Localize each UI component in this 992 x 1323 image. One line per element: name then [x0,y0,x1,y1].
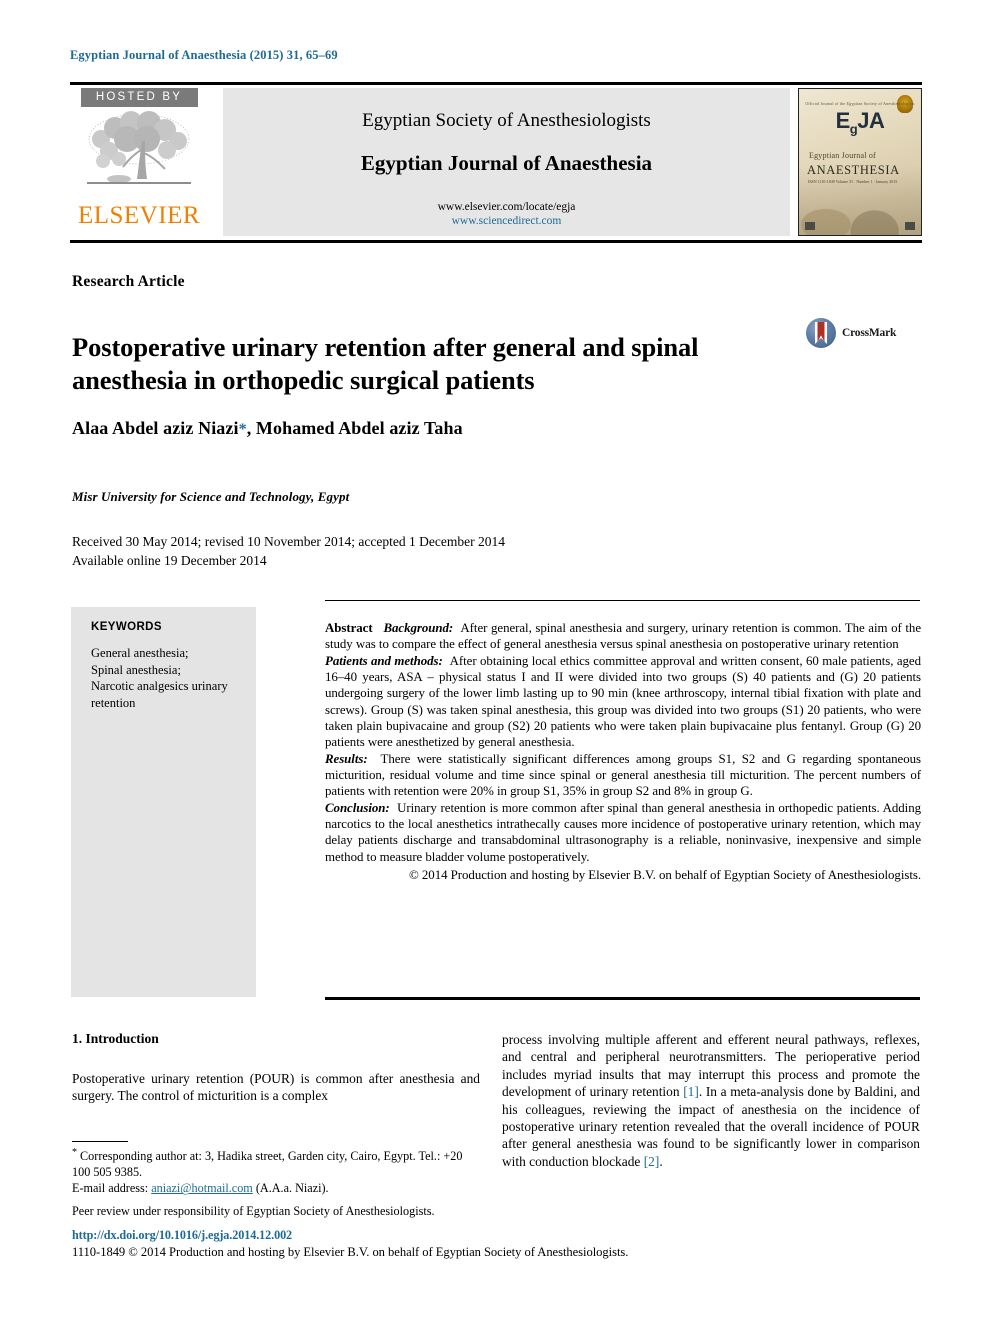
abstract-conclusion-text: Urinary retention is more common after s… [325,800,921,864]
corresponding-author-marker[interactable]: * [239,421,247,438]
abstract-results-label: Results: [325,751,368,766]
keyword-item: Spinal anesthesia; [91,662,181,677]
author-secondary: , Mohamed Abdel aziz Taha [246,418,463,438]
society-name: Egyptian Society of Anesthesiologists [362,110,651,131]
issn-copyright-line: 1110-1849 © 2014 Production and hosting … [72,1245,629,1259]
footnote-rule [72,1141,128,1142]
abstract-methods-label: Patients and methods: [325,653,443,668]
abstract-results-text: There were statistically significant dif… [325,751,921,799]
abstract-top-rule [325,600,920,601]
hosted-by-badge: HOSTED BY [80,88,198,107]
peer-review-note: Peer review under responsibility of Egyp… [72,1203,435,1218]
article-type-label: Research Article [72,273,185,290]
intro-text-c: . [659,1153,663,1169]
cover-line-3: ISSN 1110-1849 Volume 31 · Number 1 · Ja… [808,179,898,184]
reference-link-1[interactable]: [1] [683,1084,699,1099]
keyword-item: retention [91,695,136,710]
publication-dates: Received 30 May 2014; revised 10 Novembe… [72,532,505,570]
keyword-item: General anesthesia; [91,646,189,660]
journal-name: Egyptian Journal of Anaesthesia [360,151,653,175]
page-title: Postoperative urinary retention after ge… [72,331,699,395]
masthead-bottom-rule [70,240,922,243]
email-suffix: (A.A.a. Niazi). [252,1181,329,1196]
masthead-top-rule [70,82,922,85]
cover-sciencedirect-mark [905,221,915,230]
body-column-left: Postoperative urinary retention (POUR) i… [72,1070,480,1105]
cover-acronym: EgJA [835,108,885,137]
abstract-results: Results: There were statistically signif… [325,751,921,800]
footnote-corresponding: * Corresponding author at: 3, Hadika str… [72,1145,482,1180]
crossmark-icon [806,318,836,348]
abstract-body: Abstract Background: After general, spin… [325,620,921,884]
running-head: Egyptian Journal of Anaesthesia (2015) 3… [70,48,338,62]
footnote-corresponding-text: Corresponding author at: 3, Hadika stree… [72,1149,463,1180]
abstract-background-label: Background: [383,621,454,635]
crossmark-badge[interactable]: CrossMark [806,318,918,348]
abstract-methods-text: After obtaining local ethics committee a… [325,653,921,750]
elsevier-logo-block: HOSTED BY ELSEVIER [70,88,208,236]
received-line: Received 30 May 2014; revised 10 Novembe… [72,534,505,549]
sciencedirect-url[interactable]: www.sciencedirect.com [223,214,790,228]
cover-line-1: Egyptian Journal of [809,151,876,160]
footnote-email: E-mail address: aniazi@hotmail.com (A.A.… [72,1180,482,1196]
body-column-right: process involving multiple afferent and … [502,1031,920,1170]
article-page: Egyptian Journal of Anaesthesia (2015) 3… [0,0,992,1323]
cover-line-2: ANAESTHESIA [807,163,900,177]
cover-top-label: Official Journal of the Egyptian Society… [805,101,915,106]
available-online-line: Available online 19 December 2014 [72,553,267,568]
email-link[interactable]: aniazi@hotmail.com [151,1181,253,1195]
cover-bottom-bar [805,221,915,230]
section-heading-introduction: 1. Introduction [72,1031,159,1046]
keywords-heading: KEYWORDS [91,621,162,633]
reference-link-2[interactable]: [2] [644,1154,660,1169]
masthead-center-panel: Egyptian Society of Anesthesiologists Eg… [223,88,790,236]
email-label: E-mail address: [72,1181,152,1196]
author-list: Alaa Abdel aziz Niazi*, Mohamed Abdel az… [72,418,463,439]
journal-cover-thumbnail: Official Journal of the Egyptian Society… [798,88,922,236]
abstract-bottom-rule [325,997,920,1000]
abstract-background: Abstract Background: After general, spin… [325,620,921,653]
doi-link[interactable]: http://dx.doi.org/10.1016/j.egja.2014.12… [72,1228,292,1243]
elsevier-locate-url[interactable]: www.elsevier.com/locate/egja [223,200,790,214]
elsevier-tree-icon [87,111,191,184]
keywords-list: General anesthesia; Spinal anesthesia; N… [91,645,251,711]
journal-urls: www.elsevier.com/locate/egja www.science… [223,176,790,228]
crossmark-label: CrossMark [842,327,897,339]
abstract-methods: Patients and methods: After obtaining lo… [325,653,921,751]
footnote-block: * Corresponding author at: 3, Hadika str… [72,1145,482,1219]
journal-masthead: HOSTED BY ELSEVIER Egyptian Society of A… [70,86,922,238]
abstract-copyright: © 2014 Production and hosting by Elsevie… [409,868,921,883]
footnote-star-icon: * [72,1147,77,1158]
abstract-conclusion-label: Conclusion: [325,800,390,815]
author-primary: Alaa Abdel aziz Niazi [72,418,239,438]
intro-paragraph-right: process involving multiple afferent and … [502,1031,920,1170]
elsevier-wordmark: ELSEVIER [77,202,201,229]
keyword-item: Narcotic analgesics urinary [91,679,228,693]
affiliation: Misr University for Science and Technolo… [72,489,350,504]
intro-paragraph-left: Postoperative urinary retention (POUR) i… [72,1071,480,1104]
abstract-conclusion: Conclusion: Urinary retention is more co… [325,800,921,865]
abstract-label: Abstract [325,621,373,635]
cover-publisher-mark [805,221,815,230]
